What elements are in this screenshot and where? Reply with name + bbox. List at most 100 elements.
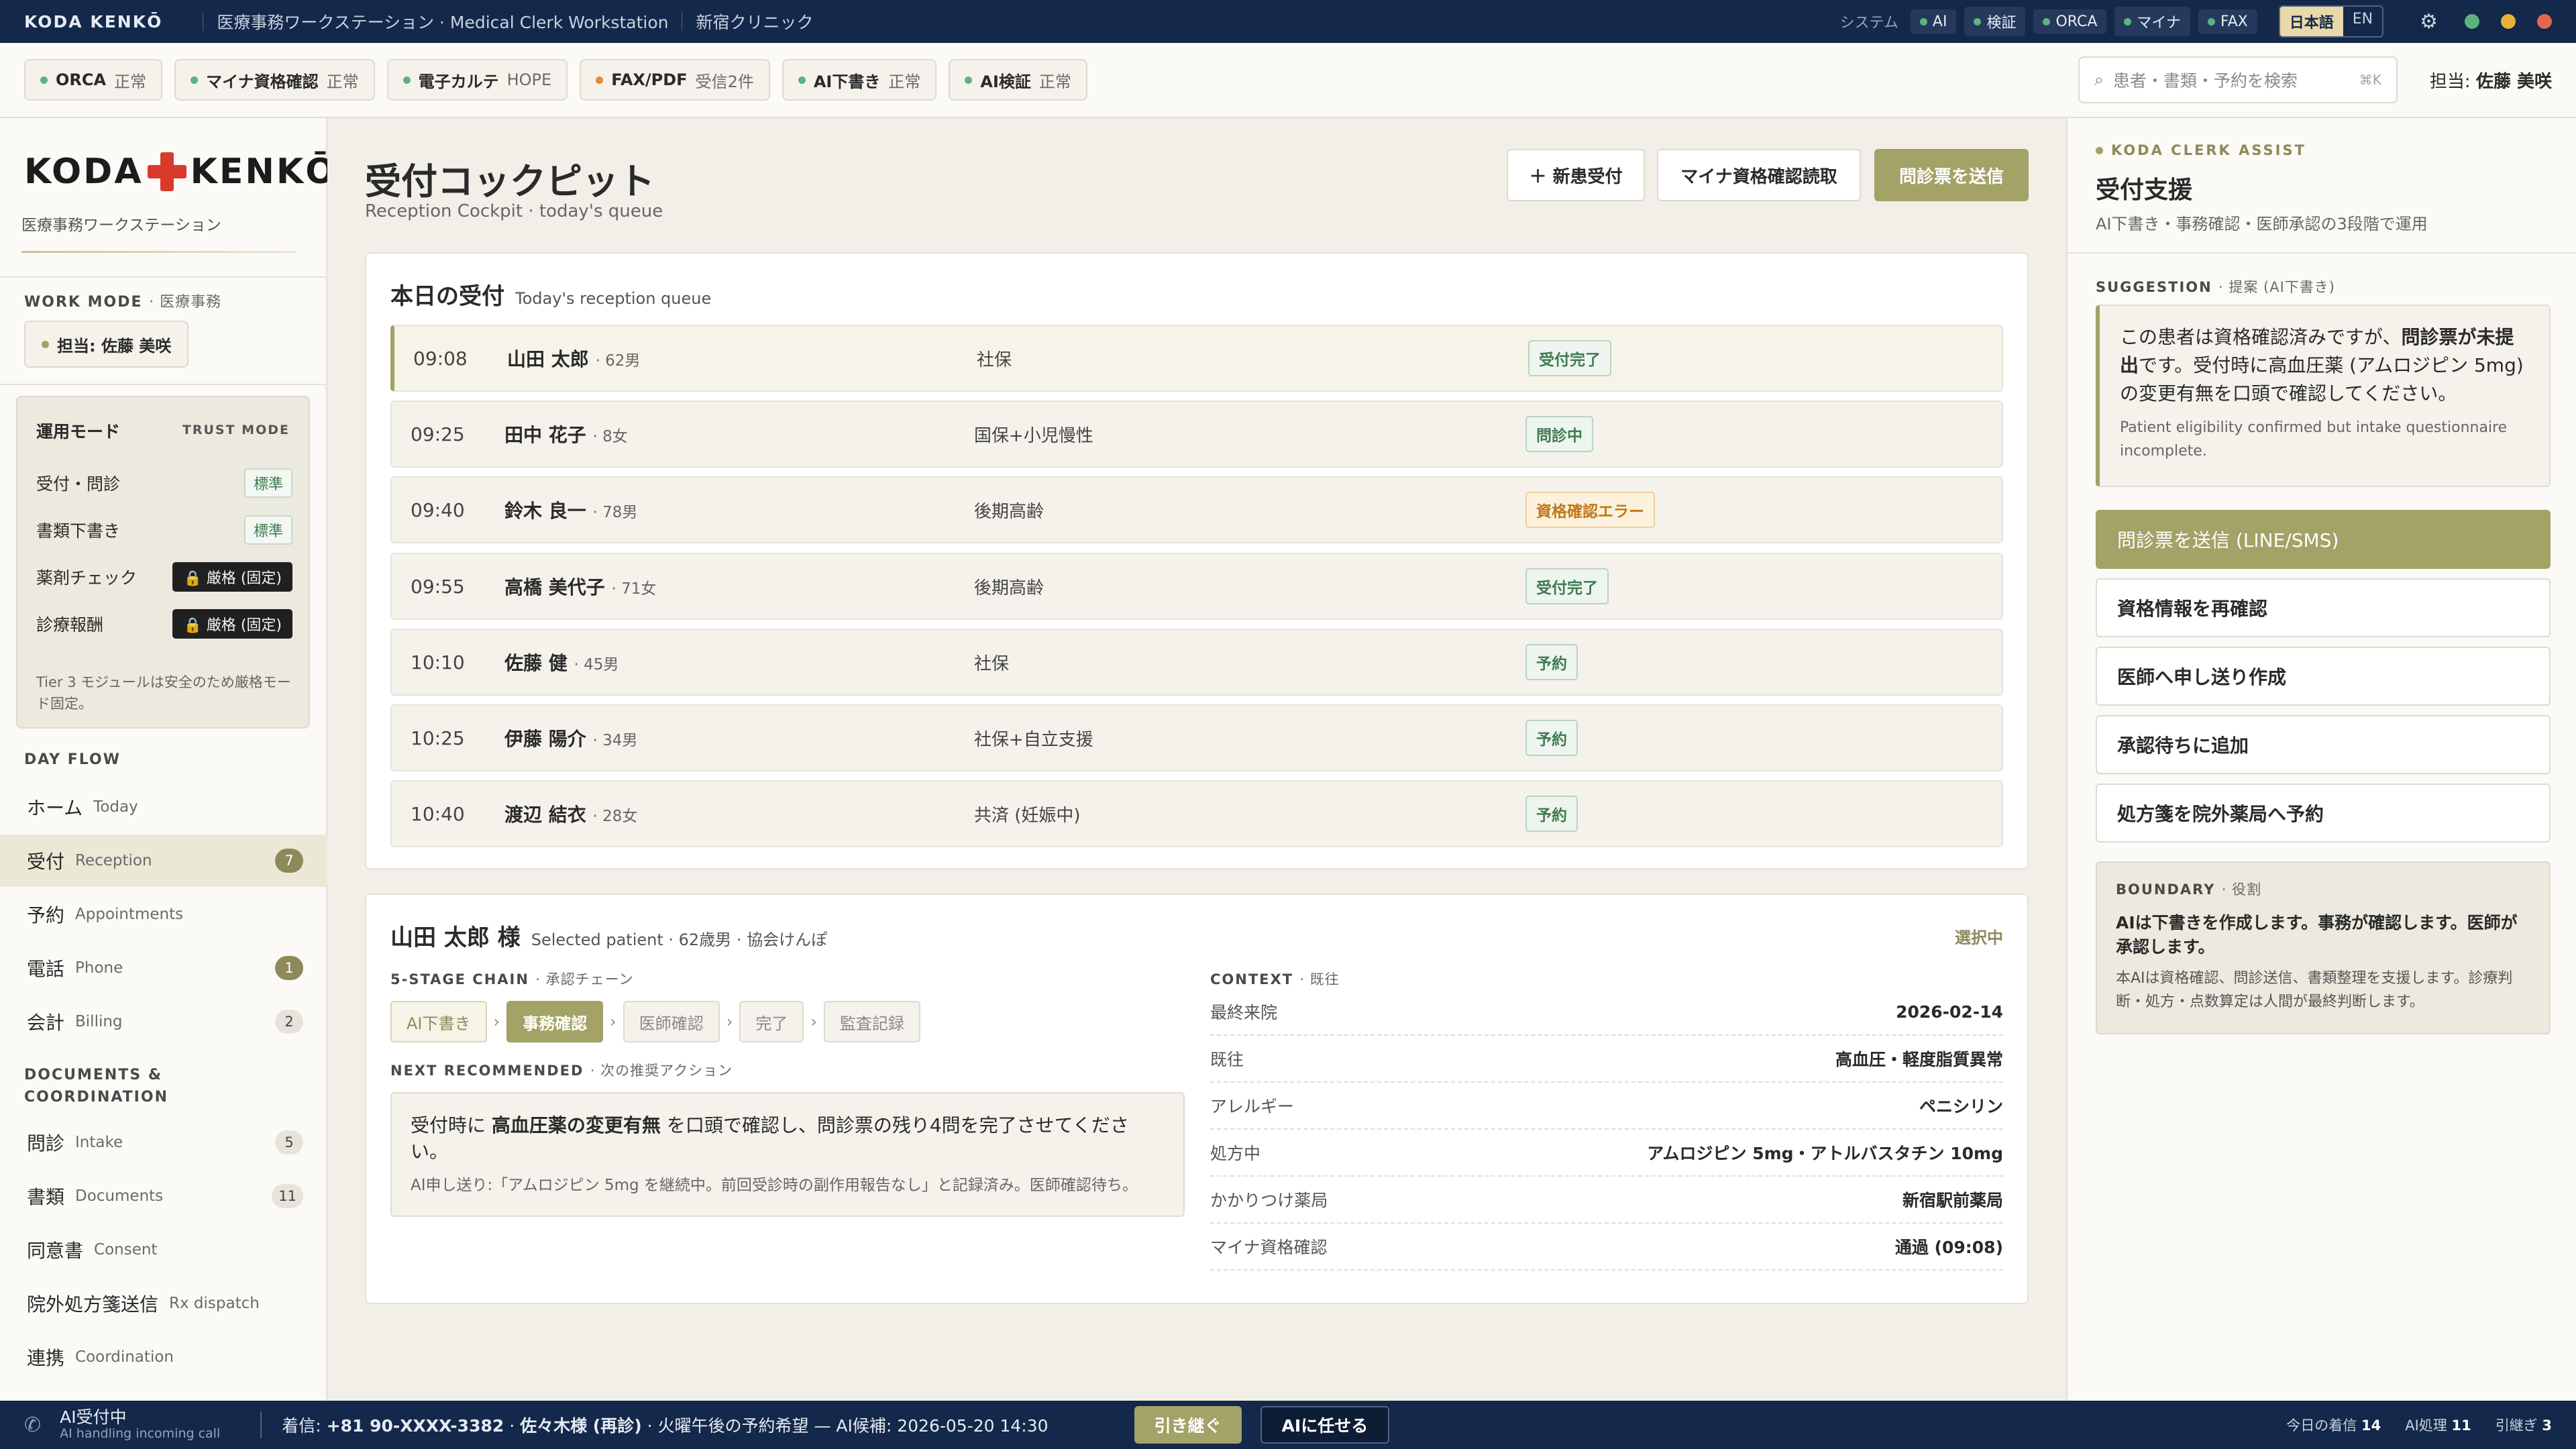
nav-item-phone[interactable]: 電話 Phone 1 <box>0 942 327 994</box>
call-status: AI受付中 AI handling incoming call <box>60 1407 220 1442</box>
stage-doctor-check[interactable]: 医師確認 <box>623 1001 720 1042</box>
nav-count-badge: 11 <box>272 1184 303 1208</box>
nav-item-rx-dispatch[interactable]: 院外処方箋送信 Rx dispatch <box>0 1277 327 1330</box>
stat-ai-handled: AI処理 11 <box>2405 1415 2471 1435</box>
doctor-handoff-button[interactable]: 医師へ申し送り作成 <box>2096 647 2551 706</box>
status-name: AI下書き <box>813 72 881 91</box>
status-dot-icon <box>965 76 973 84</box>
suggestion-label: SUGGESTION · 提案 (AI下書き) <box>2096 276 2335 297</box>
divider <box>0 384 327 385</box>
nav-item-coordination[interactable]: 連携 Coordination <box>0 1331 327 1383</box>
trust-mode-toggle[interactable]: 標準 <box>244 468 292 498</box>
nav-item-documents[interactable]: 書類 Documents 11 <box>0 1170 327 1222</box>
nav-item-home[interactable]: ホーム Today <box>0 781 327 833</box>
logo-text-b: KENKŌ <box>190 152 337 192</box>
stat-value: 11 <box>2451 1417 2471 1434</box>
status-state: 正常 <box>326 72 359 91</box>
status-state: 受信2件 <box>695 72 754 91</box>
trust-mode-title: 運用モード <box>36 422 121 441</box>
queue-row[interactable]: 10:10 佐藤 健 · 45男 社保 予約 <box>390 629 2003 696</box>
mynumber-read-button[interactable]: マイナ資格確認読取 <box>1657 149 1861 201</box>
documents-label-line2: COORDINATION <box>24 1089 168 1106</box>
queue-row[interactable]: 09:25 田中 花子 · 8女 国保+小児慢性 問診中 <box>390 400 2003 468</box>
boundary-label: BOUNDARY · 役割 <box>2116 879 2530 899</box>
reserve-prescription-button[interactable]: 処方箋を院外薬局へ予約 <box>2096 784 2551 843</box>
system-status-group: システム AI 検証 ORCA マイナ FAX 日本語 EN ⚙ <box>1840 5 2552 38</box>
logo-subtitle: 医療事務ワークステーション <box>21 217 221 234</box>
owner-chip[interactable]: 担当: 佐藤 美咲 <box>24 321 189 368</box>
language-switch: 日本語 EN <box>2278 5 2384 38</box>
documents-label-line1: DOCUMENTS & <box>24 1067 163 1083</box>
nav-label-en: Coordination <box>75 1348 174 1366</box>
status-pill-emr[interactable]: 電子カルテ HOPE <box>386 59 568 101</box>
window-dot-green-icon[interactable] <box>2465 14 2479 29</box>
status-dot-icon <box>798 76 806 84</box>
lang-en-button[interactable]: EN <box>2343 7 2382 36</box>
recheck-eligibility-button[interactable]: 資格情報を再確認 <box>2096 578 2551 637</box>
send-questionnaire-line-button[interactable]: 問診票を送信 (LINE/SMS) <box>2096 510 2551 569</box>
status-state: 正常 <box>114 72 147 91</box>
trust-mode-tag: TRUST MODE <box>182 423 290 437</box>
nav-item-reception[interactable]: 受付 Reception 7 <box>0 835 327 887</box>
delegate-to-ai-button[interactable]: AIに任せる <box>1260 1406 1390 1444</box>
queue-subtitle: Today's reception queue <box>515 289 712 308</box>
new-patient-button[interactable]: ＋ 新患受付 <box>1507 149 1645 201</box>
status-pill-fax[interactable]: FAX/PDF 受信2件 <box>580 59 770 101</box>
gear-icon[interactable]: ⚙ <box>2420 10 2438 34</box>
clinic-name[interactable]: 新宿クリニック <box>696 9 813 34</box>
stage-audit-log[interactable]: 監査記録 <box>823 1001 920 1042</box>
status-pill-myna[interactable]: マイナ資格確認 正常 <box>174 59 375 101</box>
patient-name: 高橋 美代子 <box>504 576 605 598</box>
call-info: 着信: +81 90-XXXX-3382 · 佐々木様 (再診) · 火曜午後の… <box>282 1413 1048 1437</box>
queue-time: 09:55 <box>411 575 465 598</box>
stage-clerk-check[interactable]: 事務確認 <box>506 1001 604 1042</box>
queue-row[interactable]: 09:08 山田 太郎 · 62男 社保 受付完了 <box>390 325 2003 392</box>
system-pill-orca[interactable]: ORCA <box>2033 9 2107 34</box>
window-dot-red-icon[interactable] <box>2537 14 2552 29</box>
queue-row[interactable]: 10:25 伊藤 陽介 · 34男 社保+自立支援 予約 <box>390 704 2003 771</box>
queue-row[interactable]: 09:55 高橋 美代子 · 71女 後期高齢 受付完了 <box>390 553 2003 620</box>
patient-title: 山田 太郎 様 Selected patient · 62歳男 · 協会けんぽ <box>390 919 827 952</box>
system-pill-ai[interactable]: AI <box>1910 9 1957 34</box>
system-pill-myna[interactable]: マイナ <box>2114 7 2190 36</box>
nav-item-billing[interactable]: 会計 Billing 2 <box>0 996 327 1048</box>
status-name: ORCA <box>56 70 107 89</box>
logo-underline <box>21 251 297 253</box>
take-over-call-button[interactable]: 引き継ぐ <box>1134 1406 1242 1444</box>
nav-label-en: Documents <box>75 1187 164 1205</box>
stage-complete[interactable]: 完了 <box>739 1001 804 1042</box>
next-text-bold: 高血圧薬の変更有無 <box>491 1114 661 1136</box>
context-value: 高血圧・軽度脂質異常 <box>1835 1050 2003 1069</box>
status-pill-ai-draft[interactable]: AI下書き 正常 <box>782 59 937 101</box>
send-questionnaire-button[interactable]: 問診票を送信 <box>1874 149 2029 201</box>
search-input[interactable]: ⌕ 患者・書類・予約を検索 ⌘K <box>2078 56 2398 103</box>
status-pill-orca[interactable]: ORCA 正常 <box>24 59 163 101</box>
nav-item-intake[interactable]: 問診 Intake 5 <box>0 1116 327 1169</box>
queue-row[interactable]: 09:40 鈴木 良一 · 78男 後期高齢 資格確認エラー <box>390 476 2003 543</box>
nav-label: 予約 <box>27 904 65 926</box>
queue-row[interactable]: 10:40 渡辺 結衣 · 28女 共済 (妊娠中) 予約 <box>390 780 2003 847</box>
queue-insurance: 国保+小児慢性 <box>974 425 1093 446</box>
stat-handoffs: 引継ぎ 3 <box>2496 1415 2552 1435</box>
brand-part-b: KENKŌ <box>90 11 163 32</box>
nav-count-badge: 7 <box>275 849 303 873</box>
system-pill-verify[interactable]: 検証 <box>1964 7 2026 36</box>
stat-label: AI処理 <box>2405 1417 2447 1434</box>
trust-row: 書類下書き 標準 <box>36 515 292 545</box>
add-to-approval-button[interactable]: 承認待ちに追加 <box>2096 715 2551 774</box>
trust-mode-toggle[interactable]: 標準 <box>244 515 292 545</box>
trust-row-label: 受付・問診 <box>36 474 121 494</box>
logo: KODA KENKŌ <box>24 152 337 192</box>
nav-item-consent[interactable]: 同意書 Consent <box>0 1224 327 1276</box>
status-pill-ai-verify[interactable]: AI検証 正常 <box>949 59 1087 101</box>
context-row: 既往 高血圧・軽度脂質異常 <box>1210 1036 2003 1083</box>
window-dot-yellow-icon[interactable] <box>2501 14 2516 29</box>
lang-ja-button[interactable]: 日本語 <box>2279 7 2343 36</box>
chain-label-text: 5-STAGE CHAIN <box>390 971 529 987</box>
nav-label-en: Today <box>93 798 138 816</box>
owner-chip-label: 担当: 佐藤 美咲 <box>57 336 172 356</box>
stage-ai-draft[interactable]: AI下書き <box>390 1001 487 1042</box>
nav-item-appointments[interactable]: 予約 Appointments <box>0 888 327 941</box>
caller-name: 佐々木様 (再診) <box>520 1416 642 1436</box>
system-pill-fax[interactable]: FAX <box>2198 9 2257 34</box>
